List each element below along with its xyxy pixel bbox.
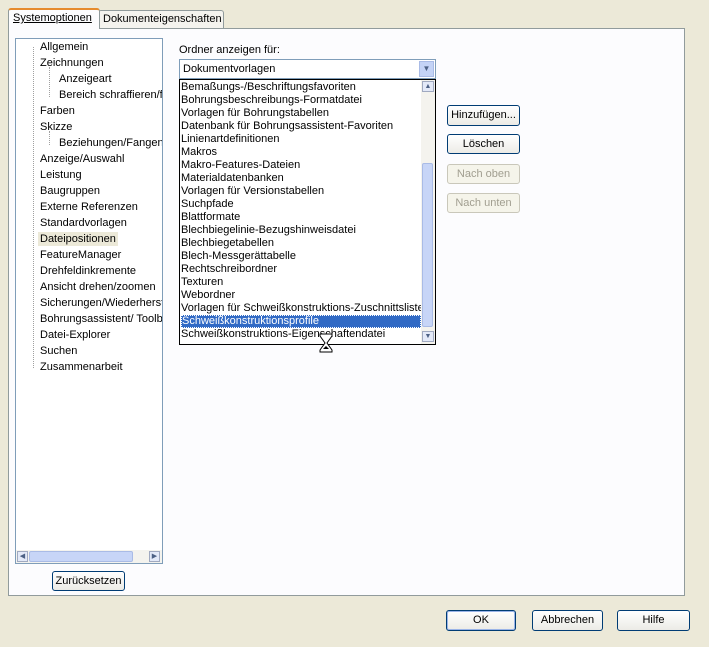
list-item[interactable]: Makro-Features-Dateien — [181, 159, 421, 172]
tree-item-zusammenarbeit[interactable]: Zusammenarbeit — [40, 360, 123, 374]
combo-value: Dokumentvorlagen — [183, 63, 276, 75]
list-item[interactable]: Blechbiegetabellen — [181, 237, 421, 250]
delete-button[interactable]: Löschen — [447, 134, 520, 154]
move-down-button[interactable]: Nach unten — [447, 193, 520, 213]
tree-line — [33, 47, 34, 368]
chevron-down-icon[interactable]: ▼ — [419, 61, 434, 77]
cancel-button[interactable]: Abbrechen — [532, 610, 603, 631]
tree-item-externe-referenzen[interactable]: Externe Referenzen — [40, 200, 138, 214]
tree-item-featuremanager[interactable]: FeatureManager — [40, 248, 121, 262]
list-item[interactable]: Makros — [181, 146, 421, 159]
options-tree[interactable]: Allgemein Zeichnungen Anzeigeart Bereich… — [15, 38, 163, 564]
list-item[interactable]: Blech-Messgerättabelle — [181, 250, 421, 263]
tab-label: Systemoptionen — [13, 12, 92, 24]
reset-button-label: Zurücksetzen — [55, 575, 122, 587]
delete-button-label: Löschen — [462, 138, 505, 150]
scroll-left-icon[interactable]: ◀ — [17, 551, 28, 562]
list-item[interactable]: Suchpfade — [181, 198, 421, 211]
list-item[interactable]: Materialdatenbanken — [181, 172, 421, 185]
list-item[interactable]: Blechbiegelinie-Bezugshinweisdatei — [181, 224, 421, 237]
reset-button[interactable]: Zurücksetzen — [52, 571, 125, 591]
tree-item-baugruppen[interactable]: Baugruppen — [40, 184, 100, 198]
list-item[interactable]: Rechtschreibordner — [181, 263, 421, 276]
tree-item-standardvorlagen[interactable]: Standardvorlagen — [40, 216, 127, 230]
folder-type-combobox[interactable]: Dokumentvorlagen ▼ — [179, 59, 436, 79]
folder-label: Ordner anzeigen für: — [179, 44, 280, 56]
list-item[interactable]: Bemaßungs-/Beschriftungsfavoriten — [181, 81, 421, 94]
move-up-button[interactable]: Nach oben — [447, 164, 520, 184]
move-down-button-label: Nach unten — [455, 197, 512, 209]
tree-item-beziehungen-fangen[interactable]: Beziehungen/Fangen — [59, 136, 162, 150]
tree-horizontal-scrollbar[interactable]: ◀ ▶ — [16, 550, 162, 563]
tab-label: Dokumenteigenschaften — [103, 13, 222, 25]
list-item[interactable]: Blattformate — [181, 211, 421, 224]
tree-item-dateipositionen[interactable]: Dateipositionen — [38, 232, 118, 246]
tree-item-skizze[interactable]: Skizze — [40, 120, 72, 134]
move-up-button-label: Nach oben — [456, 168, 511, 180]
tree-item-anzeigeart[interactable]: Anzeigeart — [59, 72, 112, 86]
list-item[interactable]: Vorlagen für Bohrungstabellen — [181, 107, 421, 120]
tree-item-datei-explorer[interactable]: Datei-Explorer — [40, 328, 110, 342]
list-item[interactable]: Schweißkonstruktions-Eigenschaftendatei — [181, 328, 421, 341]
tree-item-zeichnungen[interactable]: Zeichnungen — [40, 56, 104, 70]
cancel-button-label: Abbrechen — [540, 614, 595, 626]
tree-item-bohrungsassistent[interactable]: Bohrungsassistent/ Toolb — [40, 312, 162, 326]
list-item[interactable]: Webordner — [181, 289, 421, 302]
tree-item-sicherungen[interactable]: Sicherungen/Wiederherst — [40, 296, 162, 310]
tree-item-drehfeldinkremente[interactable]: Drehfeldinkremente — [40, 264, 136, 278]
scroll-thumb[interactable] — [422, 163, 433, 327]
add-button[interactable]: Hinzufügen... — [447, 105, 520, 126]
hourglass-cursor-icon — [319, 333, 333, 353]
tree-item-leistung[interactable]: Leistung — [40, 168, 82, 182]
tree-item-bereich-schraffieren[interactable]: Bereich schraffieren/f — [59, 88, 162, 102]
list-item[interactable]: Vorlagen für Schweißkonstruktions-Zuschn… — [181, 302, 421, 315]
scroll-right-icon[interactable]: ▶ — [149, 551, 160, 562]
list-item[interactable]: Vorlagen für Versionstabellen — [181, 185, 421, 198]
list-item[interactable]: Texturen — [181, 276, 421, 289]
tree-item-suchen[interactable]: Suchen — [40, 344, 77, 358]
scroll-up-icon[interactable]: ▲ — [422, 81, 434, 92]
add-button-label: Hinzufügen... — [451, 109, 516, 121]
list-item[interactable]: Linienartdefinitionen — [181, 133, 421, 146]
tree-item-farben[interactable]: Farben — [40, 104, 75, 118]
ok-button[interactable]: OK — [446, 610, 516, 631]
list-item[interactable]: Schweißkonstruktionsprofile — [181, 315, 421, 328]
scroll-thumb[interactable] — [29, 551, 133, 562]
tab-dokumenteigenschaften[interactable]: Dokumenteigenschaften — [98, 10, 224, 28]
tab-systemoptionen[interactable]: Systemoptionen — [8, 8, 100, 29]
scroll-down-icon[interactable]: ▼ — [422, 331, 434, 342]
help-button[interactable]: Hilfe — [617, 610, 690, 631]
folder-type-dropdown-list[interactable]: Schweißkonstruktions-Eigenschaftendatei S… — [179, 79, 436, 345]
list-item[interactable]: Bohrungsbeschreibungs-Formatdatei — [181, 94, 421, 107]
list-item[interactable]: Datenbank für Bohrungsassistent-Favorite… — [181, 120, 421, 133]
tree-line — [49, 67, 50, 97]
help-button-label: Hilfe — [642, 614, 665, 626]
tree-item-ansicht-drehen-zoomen[interactable]: Ansicht drehen/zoomen — [40, 280, 156, 294]
list-vertical-scrollbar[interactable]: ▲ ▼ — [421, 80, 435, 344]
tree-item-anzeige-auswahl[interactable]: Anzeige/Auswahl — [40, 152, 124, 166]
ok-button-label: OK — [473, 614, 489, 626]
tree-item-allgemein[interactable]: Allgemein — [40, 40, 88, 54]
